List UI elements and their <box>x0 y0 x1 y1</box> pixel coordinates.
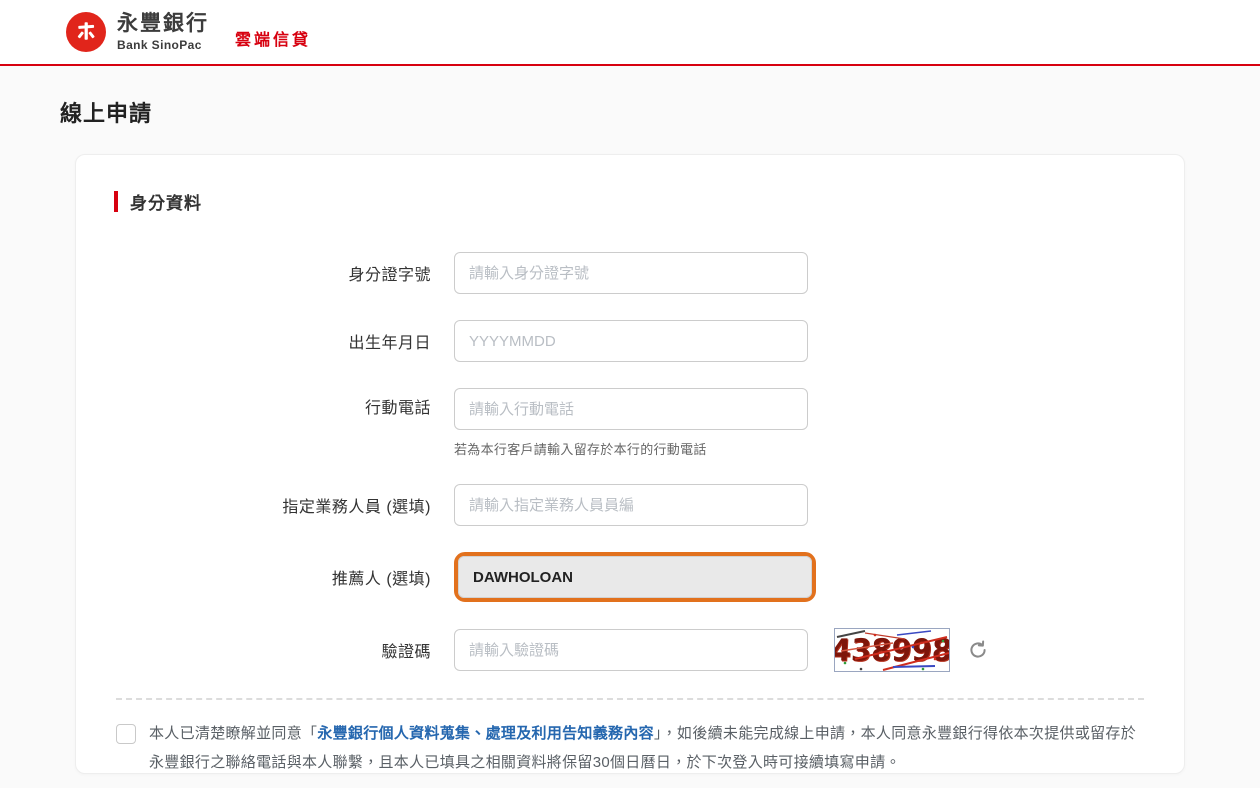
agreement-privacy-link[interactable]: 永豐銀行個人資料蒐集、處理及利用告知義務內容 <box>317 725 654 742</box>
mobile-helper-text: 若為本行客戶請輸入留存於本行的行動電話 <box>454 439 808 458</box>
bank-name-en: Bank SinoPac <box>117 38 209 52</box>
captcha-image: 438998 <box>834 628 950 672</box>
agreement-text: 本人已清楚瞭解並同意「永豐銀行個人資料蒐集、處理及利用告知義務內容」，如後續未能… <box>149 720 1144 777</box>
sales-agent-label: 指定業務人員 (選填) <box>114 493 454 517</box>
agreement-checkbox[interactable] <box>116 724 136 744</box>
section-title-accent-bar <box>114 191 118 212</box>
section-title-text: 身分資料 <box>130 189 202 214</box>
page-title: 線上申請 <box>60 96 1200 128</box>
bank-logo-icon <box>66 12 106 52</box>
identity-form-card: 身分資料 身分證字號 出生年月日 行動電話 若為本行客戶請輸入留存於本行的行動電… <box>75 154 1185 774</box>
section-title: 身分資料 <box>114 189 1146 214</box>
mobile-label: 行動電話 <box>114 388 454 430</box>
mobile-field-column: 若為本行客戶請輸入留存於本行的行動電話 <box>454 388 808 458</box>
birthdate-input[interactable] <box>454 320 808 362</box>
identity-form: 身分證字號 出生年月日 行動電話 若為本行客戶請輸入留存於本行的行動電話 指定業… <box>114 252 1146 672</box>
captcha-group: 438998 <box>454 628 991 672</box>
agreement-text-prefix: 本人已清楚瞭解並同意「 <box>149 725 317 742</box>
refresh-icon <box>967 639 989 661</box>
captcha-code-text: 438998 <box>834 632 950 668</box>
captcha-refresh-button[interactable] <box>965 637 991 663</box>
referrer-label: 推薦人 (選填) <box>114 565 454 589</box>
form-row-mobile: 行動電話 若為本行客戶請輸入留存於本行的行動電話 <box>114 388 1146 458</box>
birthdate-label: 出生年月日 <box>114 329 454 353</box>
referrer-input[interactable] <box>458 556 812 598</box>
section-divider <box>116 698 1144 700</box>
product-name: 雲端信貸 <box>235 26 311 50</box>
form-row-national-id: 身分證字號 <box>114 252 1146 294</box>
sales-agent-input[interactable] <box>454 484 808 526</box>
mobile-input[interactable] <box>454 388 808 430</box>
referrer-highlight-annotation <box>454 552 816 602</box>
form-row-captcha: 驗證碼 438998 <box>114 628 1146 672</box>
main-content: 線上申請 身分資料 身分證字號 出生年月日 行動電話 若為本行客戶請輸入 <box>0 96 1260 774</box>
bank-name-block: 永豐銀行 Bank SinoPac <box>117 12 209 51</box>
national-id-input[interactable] <box>454 252 808 294</box>
form-row-referrer: 推薦人 (選填) <box>114 552 1146 602</box>
form-row-sales-agent: 指定業務人員 (選填) <box>114 484 1146 526</box>
bank-name-zh: 永豐銀行 <box>117 12 209 35</box>
form-row-birthdate: 出生年月日 <box>114 320 1146 362</box>
bank-logo[interactable]: 永豐銀行 Bank SinoPac <box>66 12 209 52</box>
captcha-label: 驗證碼 <box>114 638 454 662</box>
app-header: 永豐銀行 Bank SinoPac 雲端信貸 <box>0 0 1260 66</box>
national-id-label: 身分證字號 <box>114 261 454 285</box>
agreement-row: 本人已清楚瞭解並同意「永豐銀行個人資料蒐集、處理及利用告知義務內容」，如後續未能… <box>114 720 1146 777</box>
captcha-input[interactable] <box>454 629 808 671</box>
